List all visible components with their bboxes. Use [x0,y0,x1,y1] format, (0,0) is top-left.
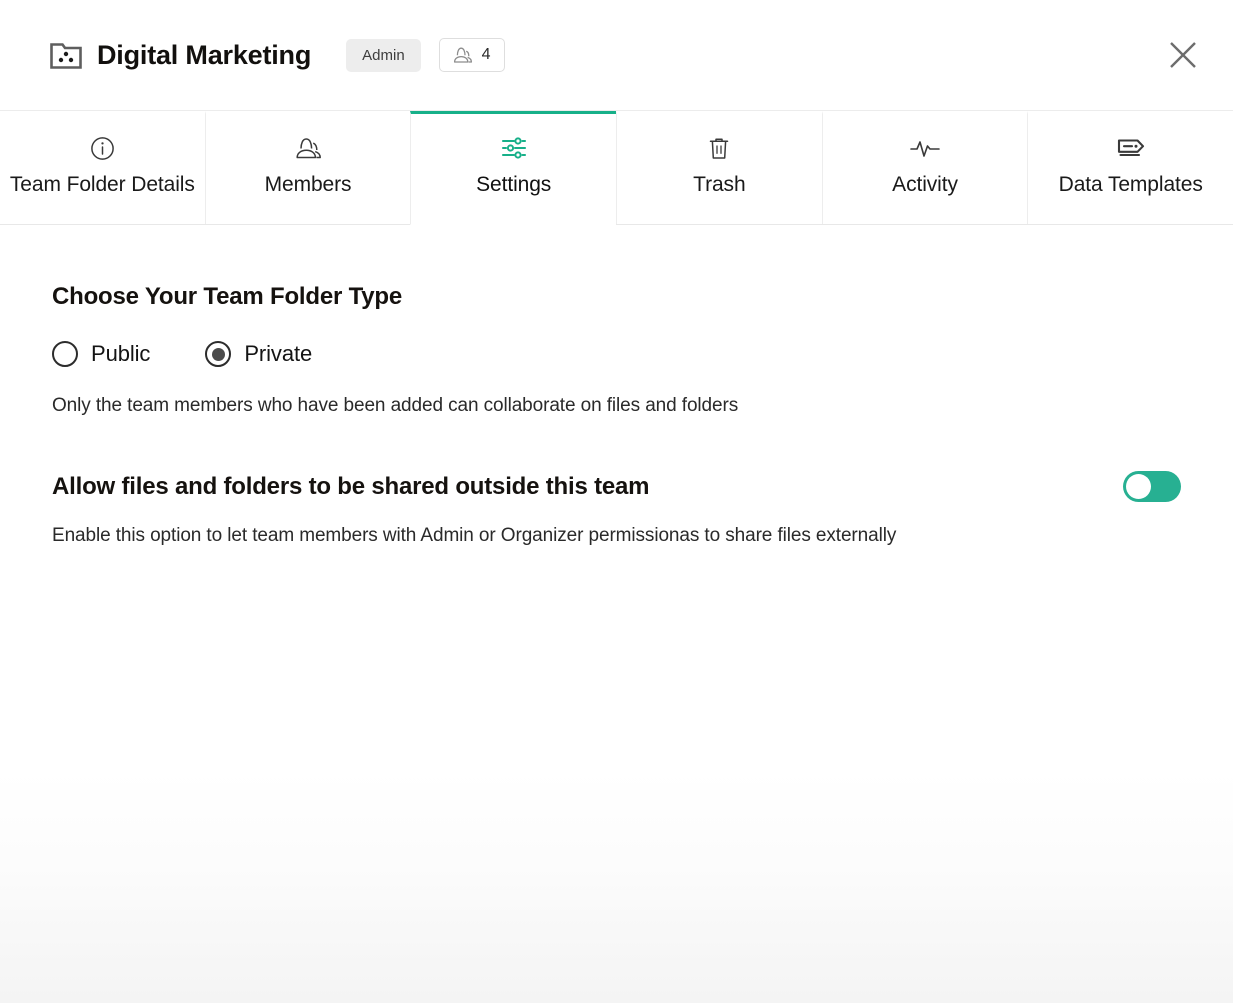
settings-panel: Choose Your Team Folder Type Public Priv… [0,225,1233,1003]
tab-data-templates[interactable]: Data Templates [1027,111,1233,224]
radio-label: Public [91,341,151,366]
radio-mark [205,341,232,367]
tab-label: Team Folder Details [9,173,195,196]
external-sharing-toggle[interactable] [1123,471,1181,502]
toggle-knob [1126,474,1151,499]
role-badge: Admin [346,38,421,72]
close-icon [1170,42,1196,68]
folder-type-radio-group: Public Private [52,341,1181,367]
close-button[interactable] [1161,33,1205,77]
tab-members[interactable]: Members [204,111,411,224]
tab-label: Trash [693,173,746,196]
trash-icon [708,135,730,161]
radio-option-public[interactable]: Public [52,341,150,367]
members-count-badge[interactable]: 4 [438,38,505,72]
team-folder-dialog: Digital Marketing Admin 4 Team Folder De… [0,0,1233,1003]
external-sharing-description: Enable this option to let team members w… [52,525,897,546]
info-circle-icon [90,135,115,161]
tab-bar: Team Folder Details Members Settings Tra… [0,111,1233,225]
tab-settings[interactable]: Settings [410,111,617,225]
tag-icon [1116,135,1146,161]
team-folder-icon [50,43,82,69]
radio-mark [52,341,78,367]
folder-type-title: Choose Your Team Folder Type [52,283,403,310]
members-count-value: 4 [481,46,491,63]
page-title: Digital Marketing [97,39,312,70]
external-sharing-title: Allow files and folders to be shared out… [52,472,650,500]
folder-type-helper-text: Only the team members who have been adde… [52,395,739,416]
tab-label: Settings [476,173,552,196]
tab-trash[interactable]: Trash [616,111,822,224]
people-icon [295,135,322,161]
tab-label: Activity [892,173,958,196]
tab-label: Data Templates [1058,173,1203,196]
external-sharing-setting: Allow files and folders to be shared out… [52,471,1181,547]
sliders-icon [501,135,527,161]
pulse-icon [910,135,940,161]
tab-label: Members [264,173,352,196]
tab-team-folder-details[interactable]: Team Folder Details [0,111,205,224]
tab-activity[interactable]: Activity [821,111,1028,224]
dialog-header: Digital Marketing Admin 4 [0,0,1233,111]
people-icon [453,47,472,63]
external-sharing-header: Allow files and folders to be shared out… [52,471,1181,502]
radio-option-private[interactable]: Private [205,341,312,367]
radio-label: Private [244,341,313,366]
